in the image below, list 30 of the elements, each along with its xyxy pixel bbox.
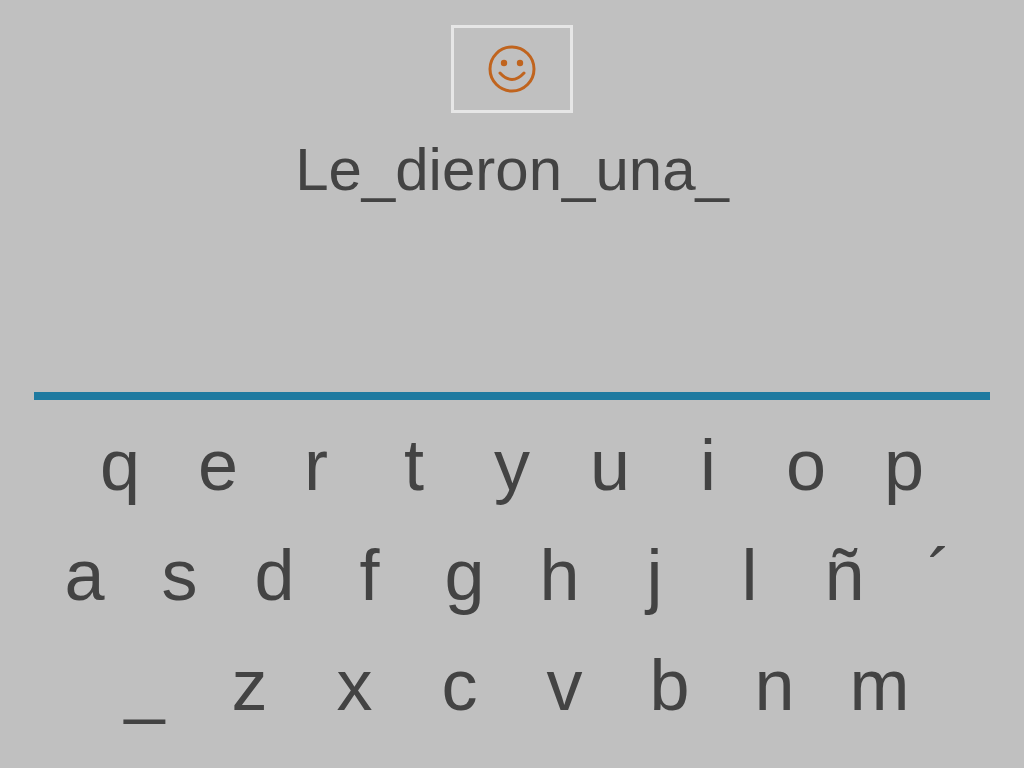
letter-key[interactable]: h (512, 525, 607, 625)
letter-key[interactable]: u (561, 415, 659, 515)
sentence-text: Le_dieron_una_ (295, 135, 729, 205)
letter-key[interactable]: o (757, 415, 855, 515)
letter-key[interactable]: y (463, 415, 561, 515)
letter-key[interactable]: t (365, 415, 463, 515)
letter-key[interactable]: x (302, 635, 407, 735)
letter-key[interactable]: e (169, 415, 267, 515)
letter-key[interactable]: m (827, 635, 932, 735)
letter-key[interactable]: ñ (797, 525, 892, 625)
letter-key[interactable]: p (855, 415, 953, 515)
letter-key[interactable]: q (71, 415, 169, 515)
letter-key[interactable]: l (702, 525, 797, 625)
smiley-icon (487, 44, 537, 94)
letter-key[interactable]: d (227, 525, 322, 625)
letter-key[interactable]: r (267, 415, 365, 515)
letter-key[interactable]: z (197, 635, 302, 735)
letter-key[interactable]: f (322, 525, 417, 625)
letter-key[interactable]: c (407, 635, 512, 735)
hint-button[interactable] (451, 25, 573, 113)
letter-key[interactable]: ´ (892, 525, 987, 625)
letter-key[interactable]: i (659, 415, 757, 515)
letter-key[interactable]: n (722, 635, 827, 735)
letter-key[interactable]: b (617, 635, 722, 735)
letter-key[interactable]: v (512, 635, 617, 735)
letter-key[interactable]: g (417, 525, 512, 625)
letter-key[interactable]: j (607, 525, 702, 625)
letter-key[interactable]: _ (92, 635, 197, 735)
letter-key[interactable]: s (132, 525, 227, 625)
letter-key[interactable]: a (37, 525, 132, 625)
